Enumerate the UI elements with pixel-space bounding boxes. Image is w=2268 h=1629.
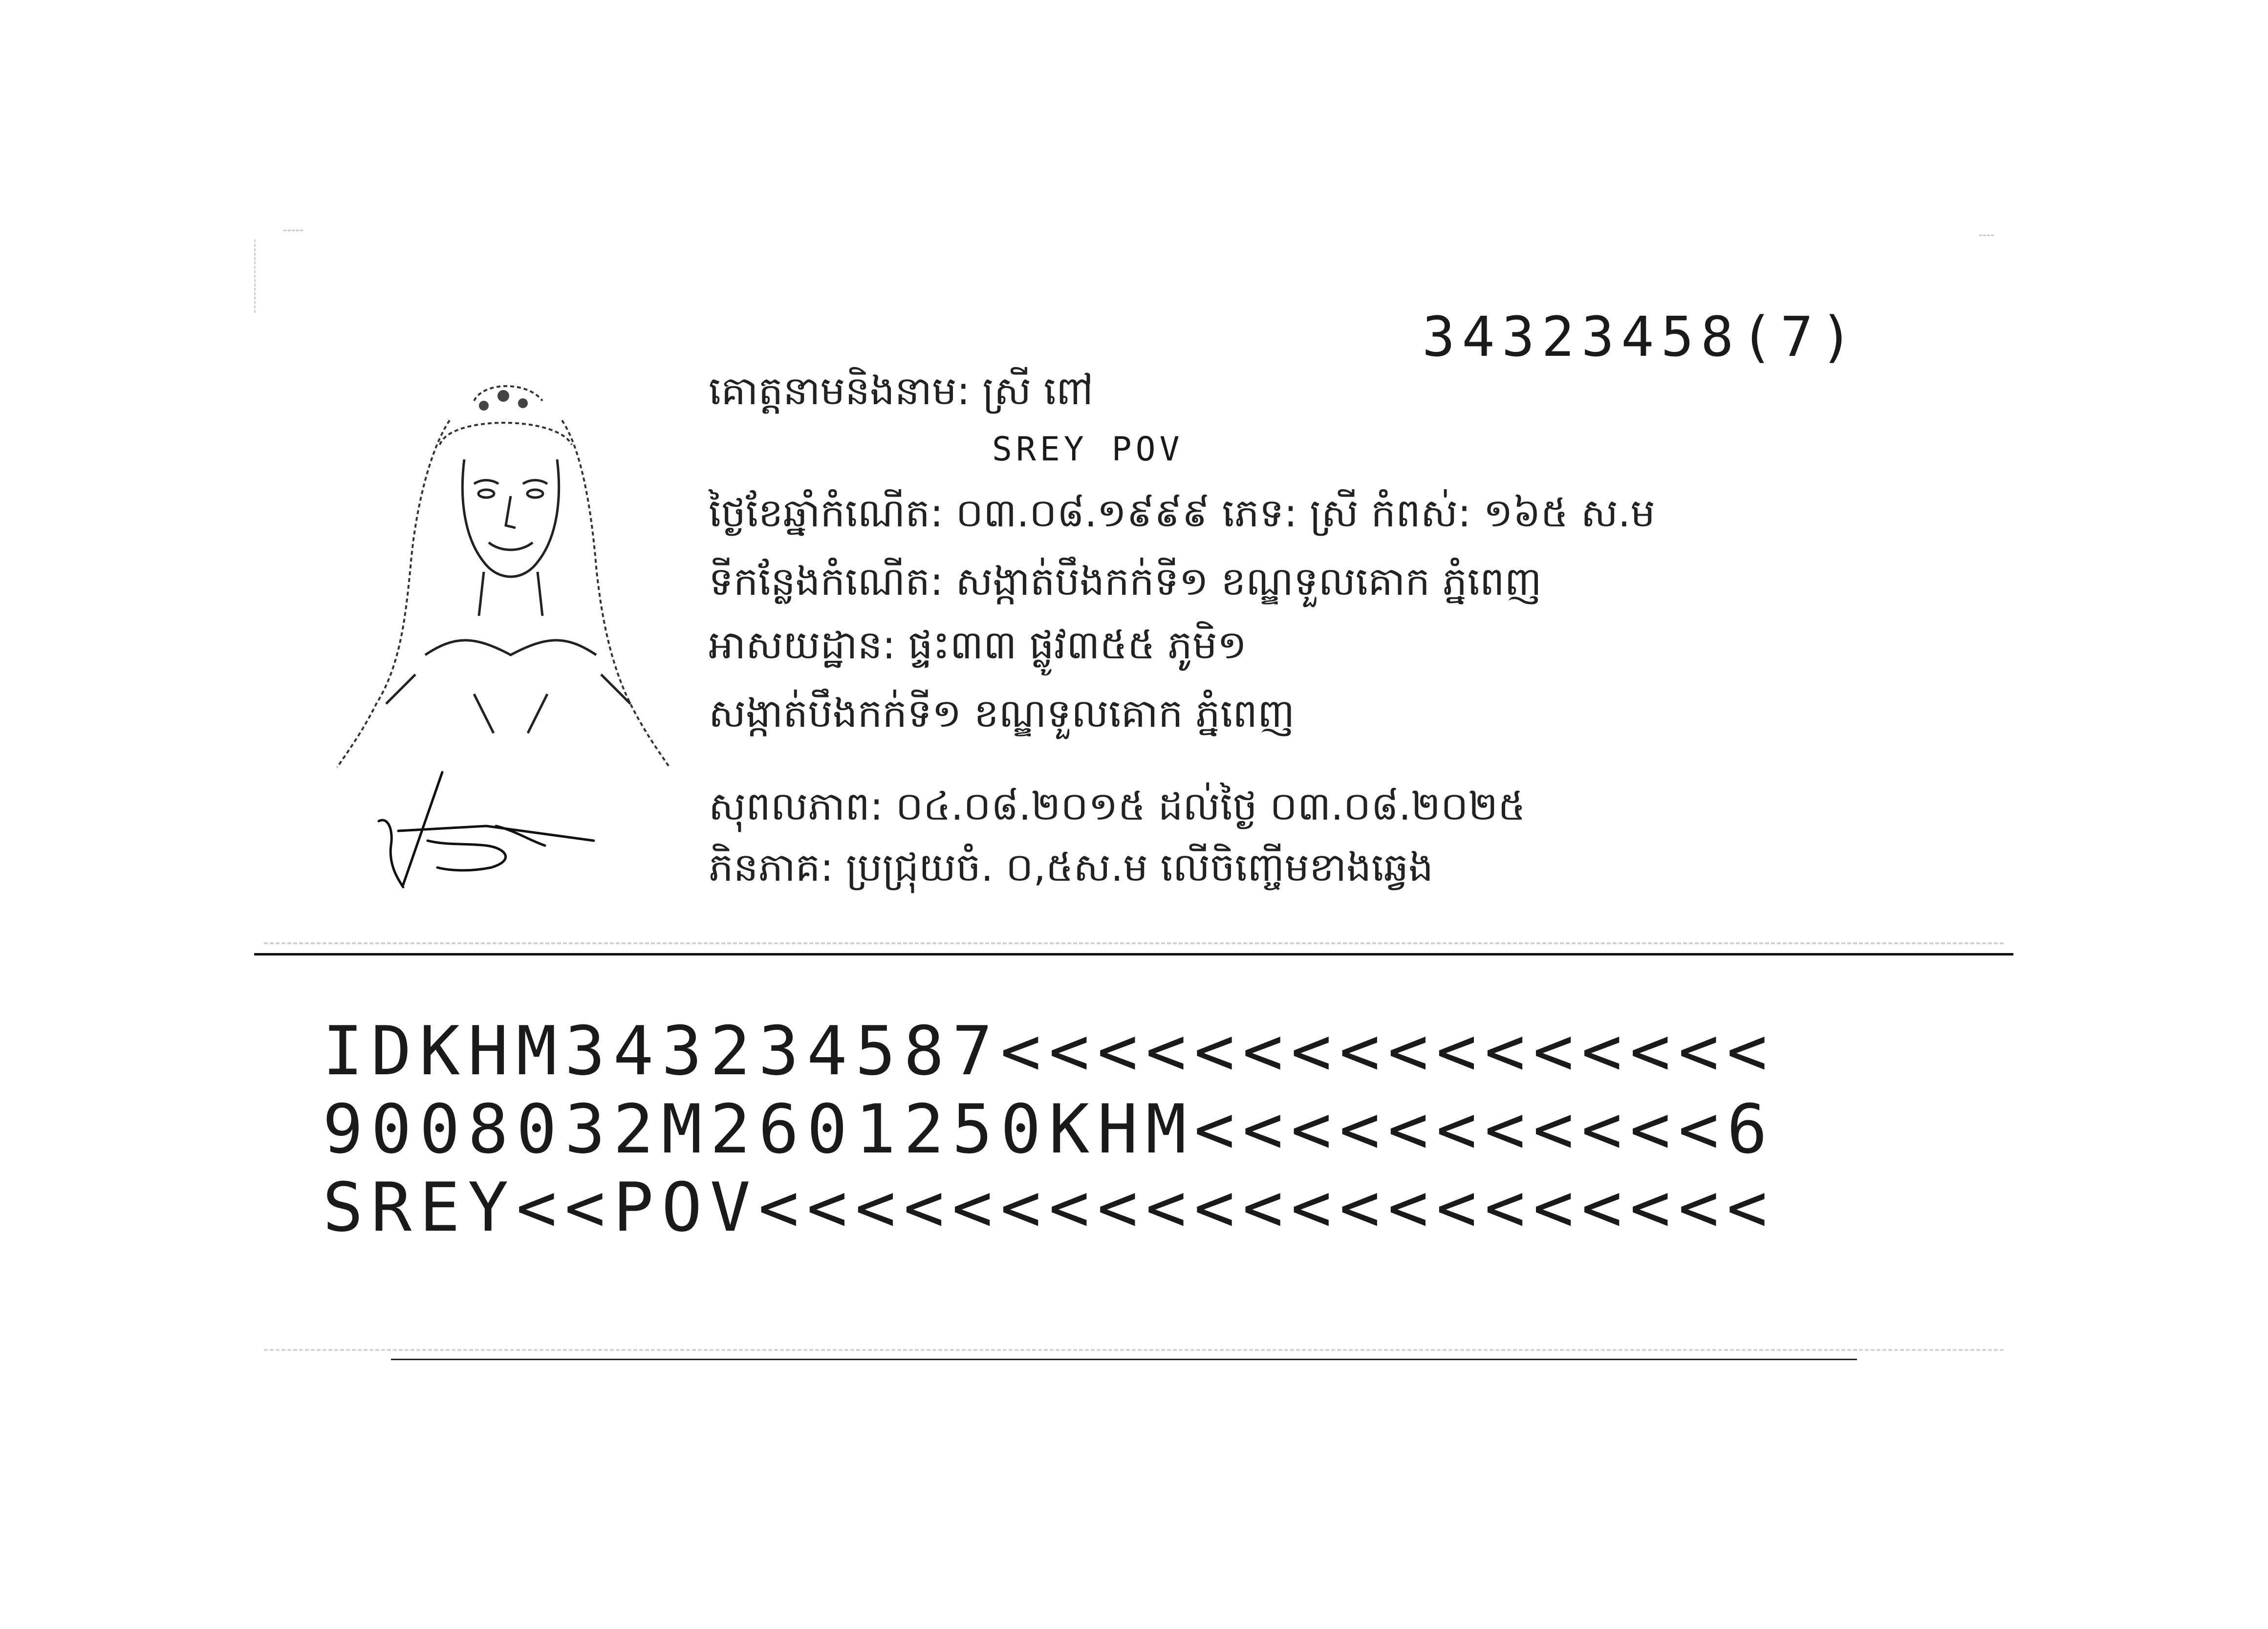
card-left-edge [254,239,256,313]
validity-field: សុពលភាព: ០៤.០៨.២០១៥ ដល់ថ្ងៃ ០៣.០៨.២០២៥ [709,783,1526,829]
id-card: 34323458(7) គោត្តនាមនិងនាម: ស្រី ពៅ SREY… [254,230,2013,1368]
document-number: 34323458(7) [1422,305,1860,369]
latin-name: SREY POV [992,430,1184,469]
address-line2-field: សង្កាត់បឹងកក់ទី១ ខណ្ឌទួលគោក ភ្នំពេញ [709,691,1295,736]
mrz-divider [254,953,2013,956]
card-top-edge [283,230,303,231]
holder-signature [377,771,595,889]
holder-photo [336,385,670,767]
birth-sex-height-field: ថ្ងៃខែឆ្នាំកំណើត: ០៣.០៨.១៩៩៩ ភេទ: ស្រី ក… [709,490,1656,536]
card-bottom-line [391,1359,1857,1360]
card-top-edge-right [1979,235,1994,236]
mrz-line-3: SREY<<POV<<<<<<<<<<<<<<<<<<<<< [323,1168,1775,1247]
card-bottom-dash [264,1349,2004,1351]
address-line1-field: អាសយដ្ឋាន: ផ្ទះ៣៣ ផ្លូវ៣៥៥ ភូមិ១ [709,622,1247,668]
distinguishing-mark-field: ភិនភាគ: ប្រជ្រុយចំ. ០,៥ស.ម លើចិញ្ចើមខាងឆ… [709,845,1434,890]
name-field: គោត្តនាមនិងនាម: ស្រី ពៅ [709,368,1094,413]
mrz-line-1: IDKHM343234587<<<<<<<<<<<<<<<< [323,1012,1775,1090]
divider-dash [264,942,2004,944]
birthplace-field: ទីកន្លែងកំណើត: សង្កាត់បឹងកក់ទី១ ខណ្ឌទួលគ… [709,559,1542,604]
mrz-line-2: 9008032M2601250KHM<<<<<<<<<<<6 [323,1090,1775,1169]
